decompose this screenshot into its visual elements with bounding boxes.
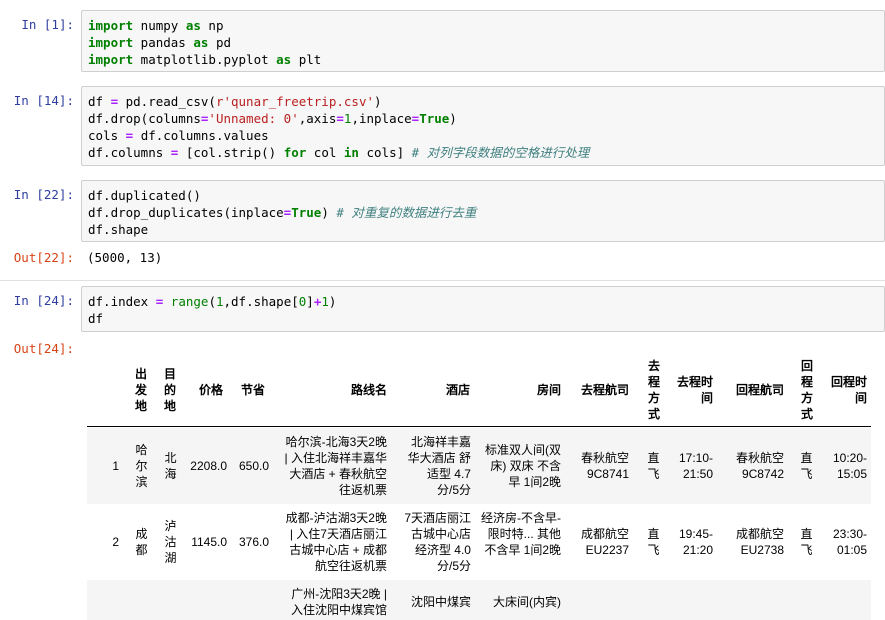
cell-3-line-1: df.duplicated() — [88, 188, 201, 203]
cell-2-line-3: cols = df.columns.values — [88, 128, 269, 143]
cell-房间: 标准双人间(双床) 双床 不含早 1间2晚 — [485, 443, 561, 489]
table-row: 广州-沈阳3天2晚 | 入住沈阳中煤宾馆 沈阳中煤宾 大床间(内宾) — [87, 580, 871, 620]
cell-4-output-prompt: Out[24]: — [13, 341, 74, 356]
cell-去程方式: 直飞 — [647, 451, 660, 481]
cell-去程时间: 19:45-21:20 — [678, 527, 713, 557]
cell-路线名: 哈尔滨-北海3天2晚 | 入住北海祥丰嘉华大酒店 + 春秋航空往返机票 — [284, 435, 387, 497]
cell-2-line-1: df = pd.read_csv(r'qunar_freetrip.csv') — [88, 94, 382, 109]
row-index: 1 — [112, 459, 119, 473]
col-header-去程方式: 去程方式 — [647, 359, 660, 421]
cell-1-line-2: import pandas as pd — [88, 35, 232, 50]
cell-路线名: 广州-沈阳3天2晚 | 入住沈阳中煤宾馆 — [290, 587, 387, 617]
cell-2-code-editor[interactable]: df = pd.read_csv(r'qunar_freetrip.csv') … — [81, 86, 885, 166]
cell-节省: 650.0 — [238, 459, 269, 473]
col-header-价格: 价格 — [198, 383, 223, 397]
cell-2-line-2: df.drop(columns='Unnamed: 0',axis=1,inpl… — [88, 111, 457, 126]
cell-separator — [0, 280, 885, 281]
col-header-回程时间: 回程时间 — [830, 375, 867, 405]
cell-去程方式: 直飞 — [647, 527, 660, 557]
cell-目的地: 泸沽湖 — [164, 519, 177, 565]
cell-回程航司: 春秋航空 9C8742 — [735, 451, 784, 481]
cell-3-output-prompt: Out[22]: — [13, 250, 74, 265]
cell-4-line-2: df — [88, 311, 104, 326]
cell-3-line-2: df.drop_duplicates(inplace=True) # 对重复的数… — [88, 205, 477, 220]
cell-回程方式: 直飞 — [800, 451, 813, 481]
cell-回程时间: 23:30-01:05 — [832, 527, 867, 557]
cell-回程航司: 成都航空 EU2738 — [735, 527, 784, 557]
cell-4-line-1: df.index = range(1,df.shape[0]+1) — [88, 294, 337, 309]
cell-路线名: 成都-泸沽湖3天2晚 | 入住7天酒店丽江古城中心店 + 成都航空往返机票 — [285, 511, 387, 573]
cell-出发地: 哈尔滨 — [135, 443, 148, 489]
cell-去程航司: 成都航空 EU2237 — [580, 527, 629, 557]
cell-1-code-editor[interactable]: import numpy as np import pandas as pd i… — [81, 10, 885, 72]
cell-节省: 376.0 — [238, 535, 269, 549]
col-header-路线名: 路线名 — [350, 383, 387, 397]
cell-价格: 2208.0 — [190, 459, 227, 473]
col-header-去程航司: 去程航司 — [580, 383, 629, 397]
cell-目的地: 北海 — [164, 451, 177, 481]
cell-4-code-editor[interactable]: df.index = range(1,df.shape[0]+1) df — [81, 286, 885, 332]
col-header-回程方式: 回程方式 — [800, 359, 813, 421]
col-header-回程航司: 回程航司 — [735, 383, 784, 397]
col-header-去程时间: 去程时间 — [676, 375, 713, 405]
cell-回程时间: 10:20-15:05 — [832, 451, 867, 481]
cell-3-input-prompt: In [22]: — [13, 187, 74, 202]
col-header-目的地: 目的地 — [163, 367, 176, 413]
cell-3-code-editor[interactable]: df.duplicated() df.drop_duplicates(inpla… — [81, 180, 885, 242]
cell-去程时间: 17:10-21:50 — [678, 451, 713, 481]
cell-4-input-prompt: In [24]: — [13, 293, 74, 308]
cell-酒店: 7天酒店丽江古城中心店 经济型 4.0分/5分 — [404, 511, 471, 573]
cell-1-input-prompt: In [1]: — [21, 17, 74, 32]
cell-价格: 1145.0 — [191, 535, 227, 549]
col-header-节省: 节省 — [240, 383, 265, 397]
cell-房间: 经济房-不含早-限时特... 其他 不含早 1间2晚 — [481, 511, 561, 557]
table-row: 1 哈尔滨 北海 2208.0 650.0 哈尔滨-北海3天2晚 | 入住北海祥… — [87, 428, 871, 504]
cell-酒店: 北海祥丰嘉华大酒店 舒适型 4.7分/5分 — [407, 435, 471, 497]
cell-3-output: (5000, 13) — [87, 250, 163, 265]
cell-去程航司: 春秋航空 9C8741 — [580, 451, 629, 481]
header-rule — [87, 426, 871, 427]
row-index: 2 — [112, 535, 119, 549]
table-row: 2 成都 泸沽湖 1145.0 376.0 成都-泸沽湖3天2晚 | 入住7天酒… — [87, 504, 871, 580]
col-header-房间: 房间 — [536, 383, 561, 397]
cell-2-input-prompt: In [14]: — [13, 93, 74, 108]
cell-1-line-1: import numpy as np — [88, 18, 224, 33]
col-header-出发地: 出发地 — [134, 367, 147, 413]
cell-回程方式: 直飞 — [800, 527, 813, 557]
col-header-酒店: 酒店 — [445, 383, 470, 397]
cell-1-line-3: import matplotlib.pyplot as plt — [88, 52, 322, 67]
cell-3-line-3: df.shape — [88, 222, 149, 237]
cell-2-line-4: df.columns = [col.strip() for col in col… — [88, 145, 590, 160]
cell-出发地: 成都 — [135, 527, 148, 557]
